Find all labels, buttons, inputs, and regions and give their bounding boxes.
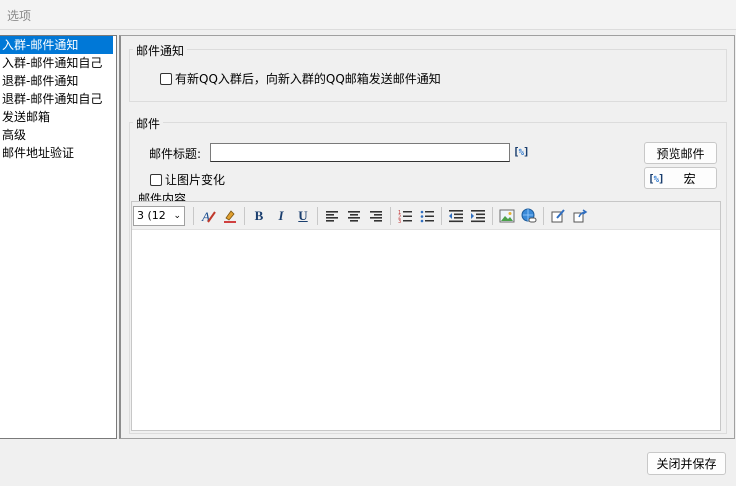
window-title: 选项 bbox=[7, 9, 32, 23]
italic-icon[interactable]: I bbox=[271, 206, 291, 226]
image-change-checkbox[interactable] bbox=[150, 173, 162, 186]
notify-group-label: 邮件通知 bbox=[133, 42, 188, 59]
subject-macro-icon[interactable]: [%] bbox=[513, 145, 530, 158]
numbered-list-icon[interactable]: 123 bbox=[395, 206, 415, 226]
macro-button-label: 宏 bbox=[683, 171, 696, 186]
export-icon[interactable] bbox=[570, 206, 590, 226]
indent-icon[interactable] bbox=[468, 206, 488, 226]
toolbar-separator bbox=[193, 206, 194, 225]
preview-mail-button[interactable]: 预览邮件 bbox=[644, 142, 717, 164]
options-nav-list[interactable]: 入群-邮件通知 入群-邮件通知自己 退群-邮件通知 退群-邮件通知自己 发送邮箱… bbox=[0, 35, 117, 439]
title-bar: 选项 bbox=[0, 0, 736, 30]
close-and-save-button[interactable]: 关闭并保存 bbox=[647, 452, 726, 475]
nav-item-leave-notify[interactable]: 退群-邮件通知 bbox=[0, 72, 116, 90]
image-change-label: 让图片变化 bbox=[165, 173, 226, 187]
nav-item-send-mailbox[interactable]: 发送邮箱 bbox=[0, 108, 116, 126]
nav-item-address-verify[interactable]: 邮件地址验证 bbox=[0, 144, 116, 162]
bullet-list-icon[interactable] bbox=[417, 206, 437, 226]
notify-checkbox-label: 有新QQ入群后，向新入群的QQ邮箱发送邮件通知 bbox=[175, 72, 441, 86]
underline-icon[interactable]: U bbox=[293, 206, 313, 226]
bold-icon[interactable]: B bbox=[249, 206, 269, 226]
toolbar-separator bbox=[492, 206, 493, 225]
font-color-icon[interactable]: A bbox=[198, 206, 218, 226]
image-change-checkbox-row[interactable]: 让图片变化 bbox=[150, 171, 225, 188]
chevron-down-icon: ⌄ bbox=[173, 210, 181, 221]
toolbar-separator bbox=[543, 206, 544, 225]
notify-checkbox-row[interactable]: 有新QQ入群后，向新入群的QQ邮箱发送邮件通知 bbox=[160, 70, 441, 87]
align-center-icon[interactable] bbox=[344, 206, 364, 226]
nav-item-leave-notify-self[interactable]: 退群-邮件通知自己 bbox=[0, 90, 116, 108]
toolbar-separator bbox=[244, 206, 245, 225]
nav-item-join-notify[interactable]: 入群-邮件通知 bbox=[0, 36, 113, 54]
outdent-icon[interactable] bbox=[446, 206, 466, 226]
editor-content-area[interactable] bbox=[132, 231, 720, 430]
font-size-select[interactable]: 3 (12 ⌄ bbox=[133, 205, 185, 226]
toolbar-separator bbox=[441, 206, 442, 225]
svg-text:3: 3 bbox=[398, 219, 401, 223]
subject-label: 邮件标题: bbox=[149, 147, 202, 161]
toolbar-separator bbox=[390, 206, 391, 225]
toolbar-separator bbox=[317, 206, 318, 225]
editor-toolbar: 3 (12 ⌄ A B I U 123 bbox=[132, 202, 720, 230]
mail-content-editor[interactable]: 3 (12 ⌄ A B I U 123 bbox=[131, 201, 721, 431]
nav-item-advanced[interactable]: 高级 bbox=[0, 126, 116, 144]
macro-icon: [%] bbox=[648, 171, 665, 185]
macro-button[interactable]: [%] 宏 bbox=[644, 167, 717, 189]
insert-link-icon[interactable] bbox=[519, 206, 539, 226]
align-right-icon[interactable] bbox=[366, 206, 386, 226]
font-size-value: 3 (12 bbox=[137, 209, 166, 222]
notify-checkbox[interactable] bbox=[160, 72, 172, 85]
nav-item-join-notify-self[interactable]: 入群-邮件通知自己 bbox=[0, 54, 116, 72]
edit-source-icon[interactable] bbox=[548, 206, 568, 226]
insert-image-icon[interactable] bbox=[497, 206, 517, 226]
subject-input[interactable] bbox=[210, 143, 510, 162]
highlight-color-icon[interactable] bbox=[220, 206, 240, 226]
align-left-icon[interactable] bbox=[322, 206, 342, 226]
mail-group-label: 邮件 bbox=[133, 115, 164, 132]
